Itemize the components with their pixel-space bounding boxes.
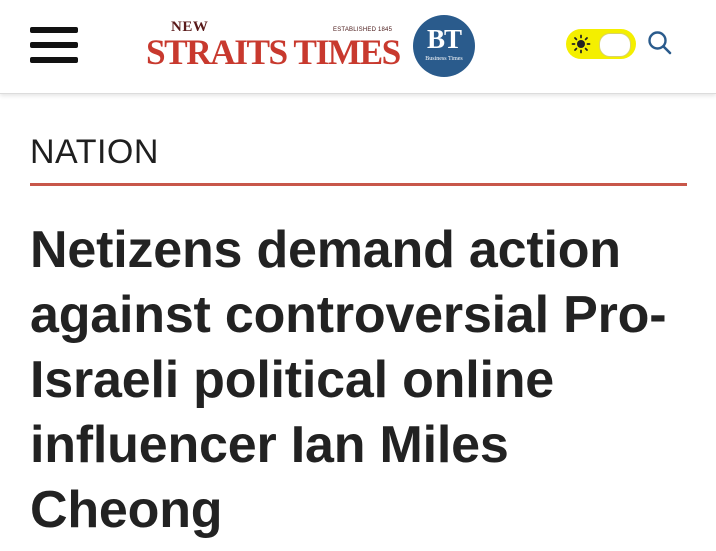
site-header: NEW ESTABLISHED 1845 STRAITS TIMES BT Bu… <box>0 0 716 94</box>
new-straits-times-logo[interactable]: NEW ESTABLISHED 1845 STRAITS TIMES <box>146 17 401 72</box>
business-times-logo[interactable]: BT Business Times <box>413 15 475 77</box>
search-icon[interactable] <box>646 29 674 57</box>
menu-bar <box>30 57 78 63</box>
bt-logo-subtitle: Business Times <box>425 56 463 62</box>
section-label[interactable]: NATION <box>30 133 159 172</box>
sun-icon <box>571 34 591 54</box>
logo-wordmark: STRAITS TIMES <box>146 32 401 72</box>
section-divider <box>30 183 687 186</box>
bt-logo-letters: BT <box>426 24 462 54</box>
theme-toggle[interactable] <box>566 29 636 59</box>
hamburger-menu-icon[interactable] <box>30 27 78 63</box>
menu-bar <box>30 42 78 48</box>
menu-bar <box>30 27 78 33</box>
toggle-knob <box>599 33 631 57</box>
article-headline: Netizens demand action against controver… <box>30 221 667 539</box>
